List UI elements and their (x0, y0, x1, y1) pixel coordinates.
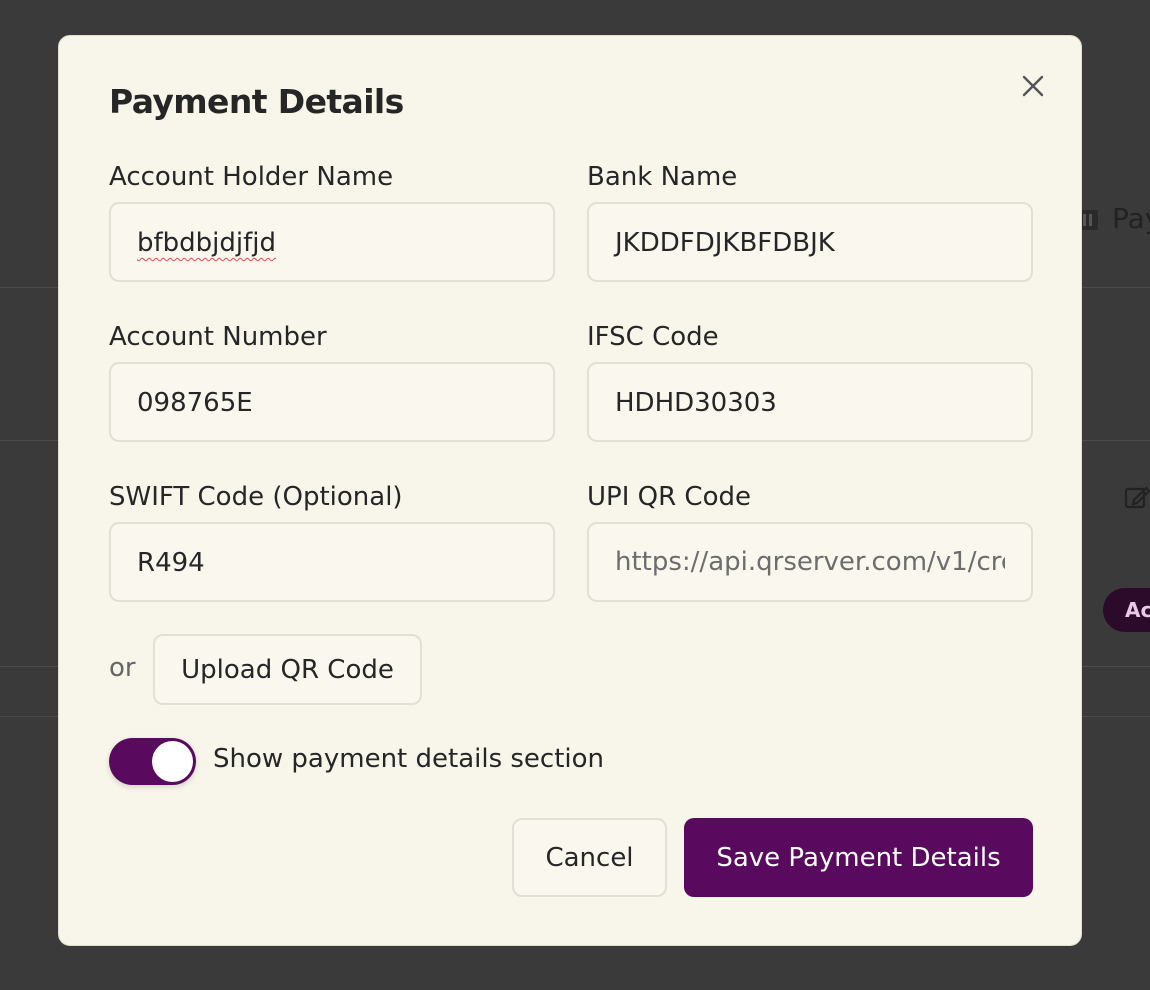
account-number-label: Account Number (109, 322, 327, 352)
edit-icon (1124, 486, 1150, 509)
background-payment-tab: Pay (1112, 202, 1150, 235)
toggle-label: Show payment details section (213, 744, 605, 774)
background-status-badge: Ac (1103, 588, 1150, 632)
ifsc-code-input[interactable]: HDHD30303 (587, 362, 1033, 442)
save-payment-details-button[interactable]: Save Payment Details (684, 818, 1033, 897)
toggle-knob (152, 741, 193, 782)
upload-qr-code-button[interactable]: Upload QR Code (153, 634, 422, 705)
bank-name-input[interactable]: JKDDFDJKBFDBJK (587, 202, 1033, 282)
cancel-button[interactable]: Cancel (512, 818, 667, 897)
account-holder-name-value: bfbdbjdjfjd (137, 228, 277, 258)
or-separator: or (109, 653, 136, 683)
payment-details-modal: Payment Details Account Holder Name bfbd… (58, 35, 1082, 946)
swift-code-value: R494 (137, 548, 205, 578)
account-holder-name-label: Account Holder Name (109, 162, 394, 192)
close-icon[interactable] (1020, 73, 1046, 99)
upi-qr-code-label: UPI QR Code (587, 482, 751, 512)
swift-code-label: SWIFT Code (Optional) (109, 482, 403, 512)
swift-code-input[interactable]: R494 (109, 522, 555, 602)
ifsc-code-value: HDHD30303 (615, 388, 777, 418)
bank-name-value: JKDDFDJKBFDBJK (615, 228, 835, 258)
ifsc-code-label: IFSC Code (587, 322, 719, 352)
account-number-value: 098765E (137, 388, 253, 418)
show-payment-details-toggle[interactable] (109, 738, 196, 785)
upi-qr-code-input[interactable] (587, 522, 1033, 602)
bank-name-label: Bank Name (587, 162, 738, 192)
modal-title: Payment Details (109, 82, 404, 121)
account-number-input[interactable]: 098765E (109, 362, 555, 442)
account-holder-name-input[interactable]: bfbdbjdjfjd (109, 202, 555, 282)
